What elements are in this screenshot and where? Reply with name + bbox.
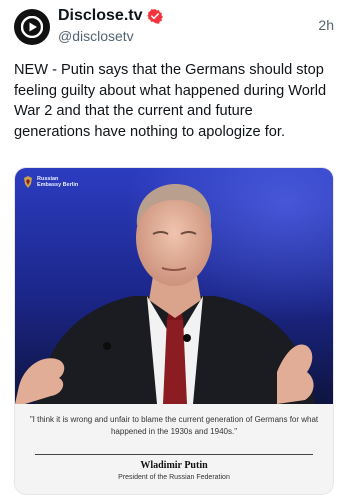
display-name[interactable]: Disclose.tv (58, 7, 164, 25)
display-name-text: Disclose.tv (58, 7, 143, 24)
handle[interactable]: @disclosetv (58, 28, 134, 44)
quote-text: "I think it is wrong and unfair to blame… (29, 415, 319, 436)
watermark: Russian Embassy Berlin (23, 176, 78, 188)
avatar[interactable] (14, 9, 50, 45)
quote-panel: "I think it is wrong and unfair to blame… (15, 404, 333, 494)
post-text: NEW - Putin says that the Germans should… (14, 62, 327, 140)
play-icon (21, 16, 43, 38)
verified-badge-icon (147, 9, 164, 24)
watermark-line2: Embassy Berlin (37, 182, 79, 188)
emblem-icon (24, 176, 32, 188)
media-image[interactable]: Russian Embassy Berlin "I think it is wr… (14, 167, 334, 495)
attribution-name: Wladimir Putin (140, 460, 208, 471)
timestamp[interactable]: 2h (318, 17, 334, 33)
divider (35, 454, 313, 455)
putin-photo (15, 168, 333, 404)
attribution-title: President of the Russian Federation (118, 474, 230, 481)
